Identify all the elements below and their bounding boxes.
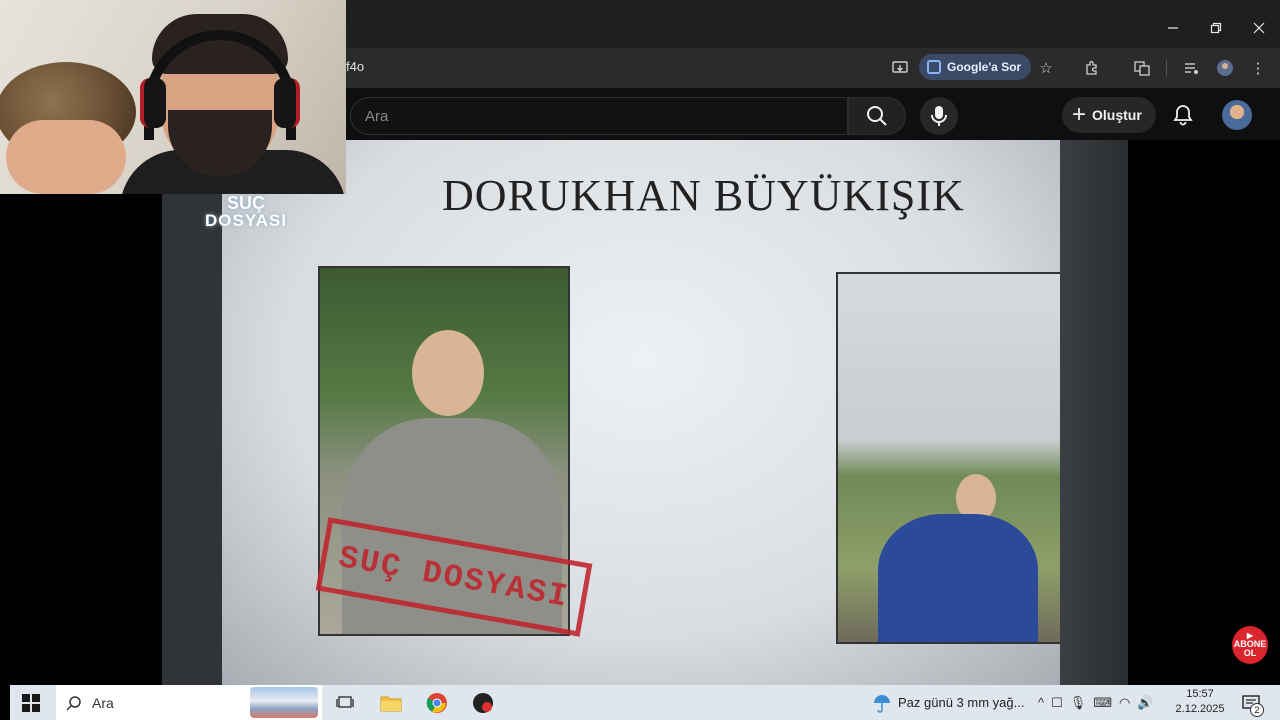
umbrella-icon [874,694,890,713]
restore-icon[interactable] [1194,10,1237,46]
minimize-icon[interactable] [1151,10,1194,46]
dossier-paper: DORUKHAN BÜYÜKIŞIK SUÇ DOSYASI [222,140,1088,685]
channel-logo-line2: DOSYASI [205,211,287,230]
google-sor-button[interactable]: Google'a Sor [919,54,1032,80]
search-highlight-image [250,687,318,718]
headphone-cup-left [140,78,166,128]
clock-time: 15:57 [1186,688,1214,700]
create-label: Oluştur [1092,107,1142,123]
address-bar-text[interactable]: f4o [346,59,364,74]
channel-logo-line1: SUÇ [196,194,296,212]
webcam-overlay [0,0,346,194]
taskbar-search-placeholder: Ara [92,694,114,711]
extensions-icon[interactable] [1080,56,1104,80]
onedrive-icon[interactable]: ☐ [1051,695,1063,711]
streamer-hand [6,120,126,194]
channel-logo: SUÇ DOSYASI [196,194,296,229]
microphone-icon[interactable]: 🎙 [1070,695,1087,711]
desktop-screen: f4o Google'a Sor ☆ ⋮ Ara + Oluştur DORUK… [0,0,1280,720]
subscribe-line2: OL [1243,648,1257,658]
close-icon[interactable] [1237,10,1280,46]
show-hidden-icons-icon[interactable]: ^ [1038,695,1044,710]
person-head [412,330,484,416]
account-avatar[interactable] [1222,100,1252,130]
browser-menu-icon[interactable]: ⋮ [1246,56,1270,80]
translate-icon[interactable] [1130,56,1154,80]
search-input[interactable]: Ara [350,97,848,135]
suspect-photo-right [836,272,1088,644]
google-sor-label: Google'a Sor [947,60,1022,74]
media-playlist-icon[interactable] [1180,56,1204,80]
subscribe-badge[interactable]: ▶ ABONE OL [1232,626,1268,664]
weather-widget[interactable]: Paz günü 3 mm yağ... [872,685,1024,720]
video-player[interactable]: DORUKHAN BÜYÜKIŞIK SUÇ DOSYASI [162,140,1128,685]
microphone-icon [931,106,947,126]
notifications-bell-icon[interactable] [1168,100,1198,130]
file-explorer-icon[interactable] [378,690,404,716]
volume-icon[interactable]: 🔊 [1137,695,1153,711]
paper-shadow-edge [1060,140,1128,685]
notification-count-badge: 2 [1250,703,1264,717]
dossier-title: DORUKHAN BÜYÜKIŞIK [442,171,965,220]
keyboard-language-icon[interactable]: ⌨ [1093,695,1112,711]
install-app-icon[interactable] [888,56,912,80]
voice-search-button[interactable] [920,97,958,135]
search-icon [867,106,887,126]
system-tray: ^ ☐ 🎙 ⌨ ◠ 🔊 [1038,685,1154,720]
profile-icon[interactable] [1213,56,1237,80]
windows-start-icon[interactable] [22,694,40,712]
chrome-icon[interactable] [424,690,450,716]
plus-icon: + [1072,101,1087,128]
taskbar-clock[interactable]: 15:57 2.12.2025 [1174,687,1226,717]
recording-app-icon[interactable] [470,690,496,716]
toolbar-separator [1166,60,1167,76]
task-view-icon[interactable] [332,690,358,716]
window-controls [1151,10,1280,46]
person-body [878,514,1038,642]
weather-text: Paz günü 3 mm yağ... [898,695,1025,710]
headphone-cup-right [274,78,300,128]
lens-icon [927,60,941,74]
search-button[interactable] [848,97,906,135]
bookmark-star-icon[interactable]: ☆ [1034,56,1058,80]
create-button[interactable]: + Oluştur [1062,97,1156,133]
clock-date: 2.12.2025 [1175,703,1225,715]
taskbar-search[interactable]: Ara [56,685,322,720]
windows-taskbar: Ara Paz günü 3 mm yağ... ^ ☐ 🎙 ⌨ ◠ 🔊 15:… [10,685,1280,720]
wifi-icon[interactable]: ◠ [1119,695,1130,711]
search-icon [66,695,81,711]
